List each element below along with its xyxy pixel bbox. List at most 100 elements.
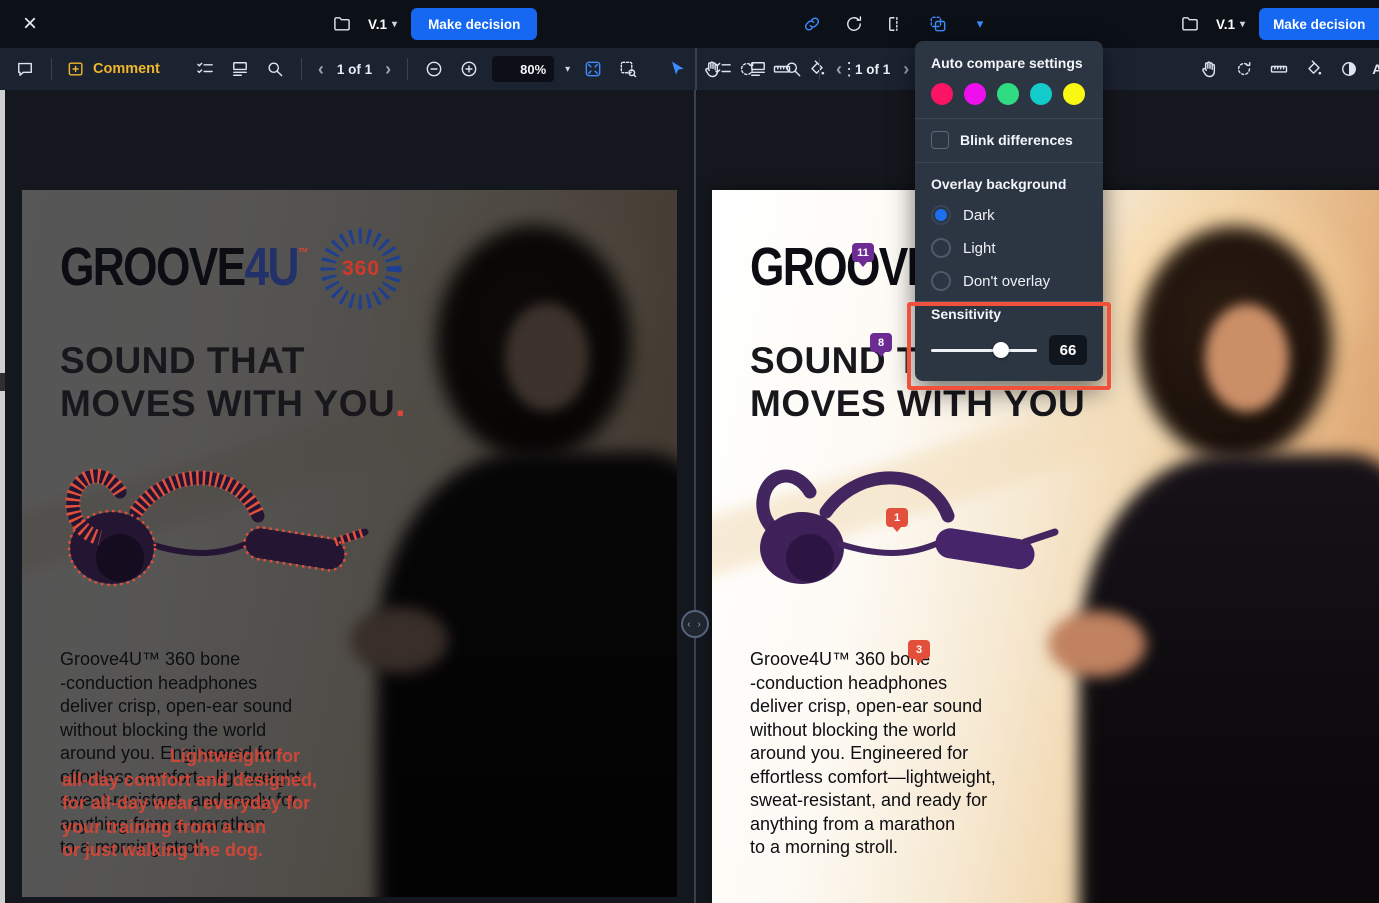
marquee-zoom-icon[interactable] [616, 57, 640, 81]
add-comment-button[interactable]: Comment [66, 59, 160, 79]
diff-period: . [395, 383, 406, 424]
proof-viewer: × V.1 ▾ Make decision [0, 0, 1379, 903]
search-icon[interactable] [781, 57, 805, 81]
headphones-image [740, 448, 1070, 608]
jogger-face [505, 303, 589, 411]
prev-page-icon[interactable]: ‹ [316, 59, 326, 80]
version-label: V.1 [368, 17, 387, 32]
zoom-in-icon[interactable] [457, 57, 481, 81]
panel-title: Auto compare settings [931, 55, 1087, 71]
zoom-level-input[interactable]: 80% [492, 56, 554, 82]
pane-resize-handle[interactable]: ‹ › [681, 610, 709, 638]
viewer-toolbar: Comment ‹ 1 of 1 › 80% ▾ [0, 48, 1379, 90]
sidebar-expand-handle[interactable] [0, 373, 5, 391]
page-indicator-right: 1 of 1 [855, 62, 890, 77]
jogger-hand [350, 607, 448, 673]
folder-icon[interactable] [330, 12, 354, 36]
make-decision-button-right[interactable]: Make decision [1259, 8, 1379, 40]
comment-badge-8[interactable]: 8 [870, 333, 892, 352]
rotate-icon[interactable] [1232, 57, 1256, 81]
make-decision-button-left[interactable]: Make decision [411, 8, 537, 40]
comment-badge-11[interactable]: 11 [852, 243, 874, 262]
overlay-option-light[interactable]: Light [931, 238, 1087, 258]
search-icon[interactable] [263, 57, 287, 81]
pan-hand-icon[interactable] [1197, 57, 1221, 81]
refresh-icon[interactable] [842, 12, 866, 36]
comment-badge-1[interactable]: 1 [886, 508, 908, 527]
jogger-body [377, 452, 677, 897]
fill-color-icon[interactable] [1302, 57, 1326, 81]
version-label: V.1 [1216, 17, 1235, 32]
radio-icon[interactable] [931, 238, 951, 258]
collapsed-sidebar-strip [0, 90, 5, 903]
text-compare-icon[interactable]: AA [1372, 62, 1379, 76]
link-views-icon[interactable] [800, 12, 824, 36]
divider [51, 58, 52, 80]
pages-stack-icon[interactable] [746, 57, 770, 81]
proof-page-left[interactable]: GROOVE4U™ 360 SOUND THAT MOVES WITH YOU. [22, 190, 677, 897]
trademark: ™ [298, 245, 309, 260]
select-cursor-icon[interactable] [665, 57, 689, 81]
divider [915, 118, 1103, 119]
next-page-icon[interactable]: › [383, 59, 393, 80]
pages-stack-icon[interactable] [228, 57, 252, 81]
body-copy: Groove4U™ 360 bone -conduction headphone… [750, 648, 996, 860]
swatch-green[interactable] [997, 83, 1019, 105]
toolbar-left-pane: Comment ‹ 1 of 1 › 80% ▾ [0, 48, 695, 90]
next-page-icon[interactable]: › [901, 59, 911, 80]
checklist-icon[interactable] [193, 57, 217, 81]
diff-text-overlay: Lightweight for all-day comfort and desi… [62, 745, 317, 863]
comment-badge-3[interactable]: 3 [908, 640, 930, 659]
folder-icon[interactable] [1178, 12, 1202, 36]
overlay-option-dont-overlay[interactable]: Don't overlay [931, 271, 1087, 291]
side-by-side-compare-icon[interactable] [884, 12, 908, 36]
blink-differences-option[interactable]: Blink differences [931, 131, 1087, 149]
prev-page-icon[interactable]: ‹ [834, 59, 844, 80]
radio-icon[interactable] [931, 271, 951, 291]
compare-settings-chevron-icon[interactable]: ▾ [968, 12, 992, 36]
overlay-option-dark[interactable]: Dark [931, 205, 1087, 225]
jogger-face [1205, 304, 1289, 412]
chevron-down-icon: ▾ [392, 19, 397, 30]
contrast-icon[interactable] [1337, 57, 1361, 81]
divider [407, 58, 408, 80]
sensitivity-slider[interactable] [931, 342, 1037, 358]
close-icon[interactable]: × [14, 8, 46, 40]
swatch-teal[interactable] [1030, 83, 1052, 105]
overlay-background-heading: Overlay background [931, 176, 1087, 192]
ruler-icon[interactable] [1267, 57, 1291, 81]
overlay-compare-icon[interactable] [926, 12, 950, 36]
swatch-magenta[interactable] [964, 83, 986, 105]
top-bar: × V.1 ▾ Make decision [0, 0, 1379, 48]
blink-checkbox[interactable] [931, 131, 949, 149]
divider [301, 58, 302, 80]
left-doc-controls: V.1 ▾ Make decision [330, 0, 537, 48]
sensitivity-section: Sensitivity 66 [931, 306, 1087, 365]
sensitivity-value: 66 [1049, 335, 1087, 365]
chevron-down-icon: ▾ [1240, 19, 1245, 30]
checklist-icon[interactable] [711, 57, 735, 81]
zoom-dropdown-icon[interactable]: ▾ [565, 64, 570, 75]
viewer-canvas: GROOVE4U™ 360 SOUND THAT MOVES WITH YOU. [0, 90, 1379, 903]
page-indicator-left: 1 of 1 [337, 62, 372, 77]
diff-color-swatches [931, 83, 1087, 105]
pane-divider: ‹ › [694, 48, 696, 903]
zoom-out-icon[interactable] [422, 57, 446, 81]
sensitivity-slider-thumb[interactable] [993, 342, 1009, 358]
version-dropdown-right[interactable]: V.1 ▾ [1216, 17, 1245, 32]
jogger-hand [1048, 611, 1146, 677]
headline: SOUND THAT MOVES WITH YOU. [60, 340, 406, 426]
divider [819, 58, 820, 80]
swatch-yellow[interactable] [1063, 83, 1085, 105]
jogger-body [1079, 454, 1379, 903]
swatch-pink[interactable] [931, 83, 953, 105]
comments-panel-icon[interactable] [13, 57, 37, 81]
divider [915, 162, 1103, 163]
right-doc-controls: V.1 ▾ Make decision [1178, 0, 1379, 48]
badge-360: 360 [318, 226, 404, 312]
radio-selected-icon[interactable] [931, 205, 951, 225]
plus-square-icon [66, 59, 86, 79]
fit-to-screen-icon[interactable] [581, 57, 605, 81]
headphones-image [50, 448, 380, 608]
version-dropdown-left[interactable]: V.1 ▾ [368, 17, 397, 32]
